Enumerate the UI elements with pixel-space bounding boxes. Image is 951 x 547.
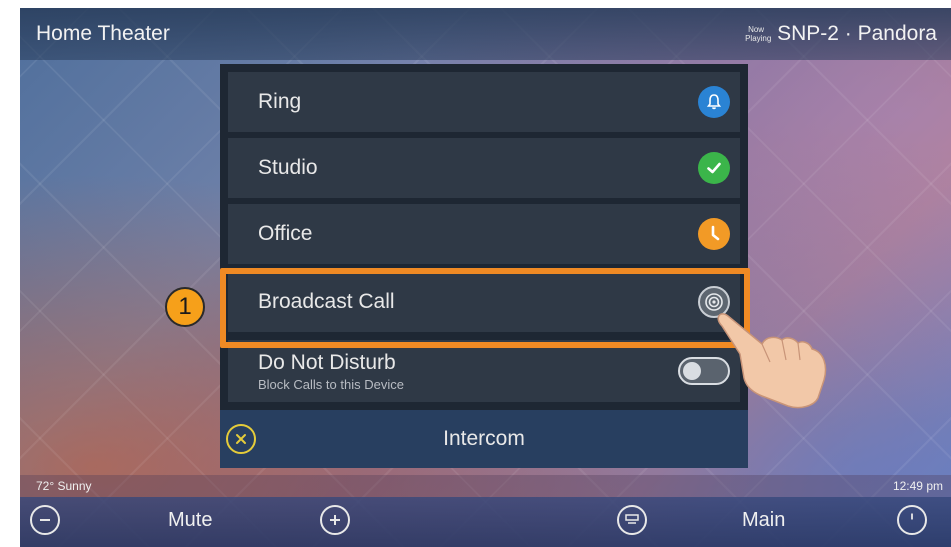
pointing-hand-icon bbox=[717, 313, 827, 409]
power-icon bbox=[897, 505, 927, 535]
room-title: Home Theater bbox=[36, 22, 170, 45]
close-icon[interactable] bbox=[226, 424, 256, 454]
top-bar: Home Theater Now Playing SNP-2 · Pandora bbox=[20, 8, 951, 60]
clock-icon bbox=[698, 218, 730, 250]
minus-icon bbox=[30, 505, 60, 535]
menu-item-label: Office bbox=[258, 222, 313, 245]
menu-item-label: Ring bbox=[258, 90, 302, 113]
plus-icon bbox=[320, 505, 350, 535]
now-playing-label: Now Playing bbox=[745, 25, 772, 43]
power-button[interactable] bbox=[897, 505, 927, 535]
main-button[interactable]: Main bbox=[742, 509, 785, 532]
menu-item-broadcast-call[interactable]: Broadcast Call bbox=[228, 272, 740, 332]
now-playing[interactable]: Now Playing SNP-2 · Pandora bbox=[745, 22, 937, 46]
menu-item-label: Studio bbox=[258, 156, 318, 179]
clock-text: 12:49 pm bbox=[892, 479, 943, 493]
source-select-button[interactable] bbox=[617, 505, 647, 535]
menu-item-ring[interactable]: Ring bbox=[228, 72, 740, 132]
source-icon bbox=[617, 505, 647, 535]
bell-icon bbox=[698, 86, 730, 118]
step-badge: 1 bbox=[165, 287, 205, 327]
dnd-sublabel: Block Calls to this Device bbox=[258, 376, 404, 392]
volume-up-button[interactable] bbox=[320, 505, 350, 535]
panel-footer: Intercom bbox=[220, 410, 748, 468]
panel-title: Intercom bbox=[443, 427, 525, 450]
bottom-bar: Mute Main bbox=[20, 497, 951, 547]
mute-button[interactable]: Mute bbox=[168, 509, 212, 532]
touch-panel-screen: Home Theater Now Playing SNP-2 · Pandora… bbox=[20, 8, 951, 547]
menu-item-do-not-disturb: Do Not Disturb Block Calls to this Devic… bbox=[228, 340, 740, 402]
source-name: SNP-2 · Pandora bbox=[777, 22, 937, 45]
weather-text: 72° Sunny bbox=[36, 479, 92, 493]
toggle-knob bbox=[683, 362, 701, 380]
dnd-label: Do Not Disturb bbox=[258, 350, 396, 374]
check-icon bbox=[698, 152, 730, 184]
menu-item-studio[interactable]: Studio bbox=[228, 138, 740, 198]
intercom-panel: Ring Studio Office Broadcast Call Do Not… bbox=[220, 64, 748, 468]
status-bar: 72° Sunny 12:49 pm bbox=[20, 475, 951, 497]
menu-item-office[interactable]: Office bbox=[228, 204, 740, 264]
volume-down-button[interactable] bbox=[30, 505, 60, 535]
menu-item-label: Broadcast Call bbox=[258, 290, 395, 313]
